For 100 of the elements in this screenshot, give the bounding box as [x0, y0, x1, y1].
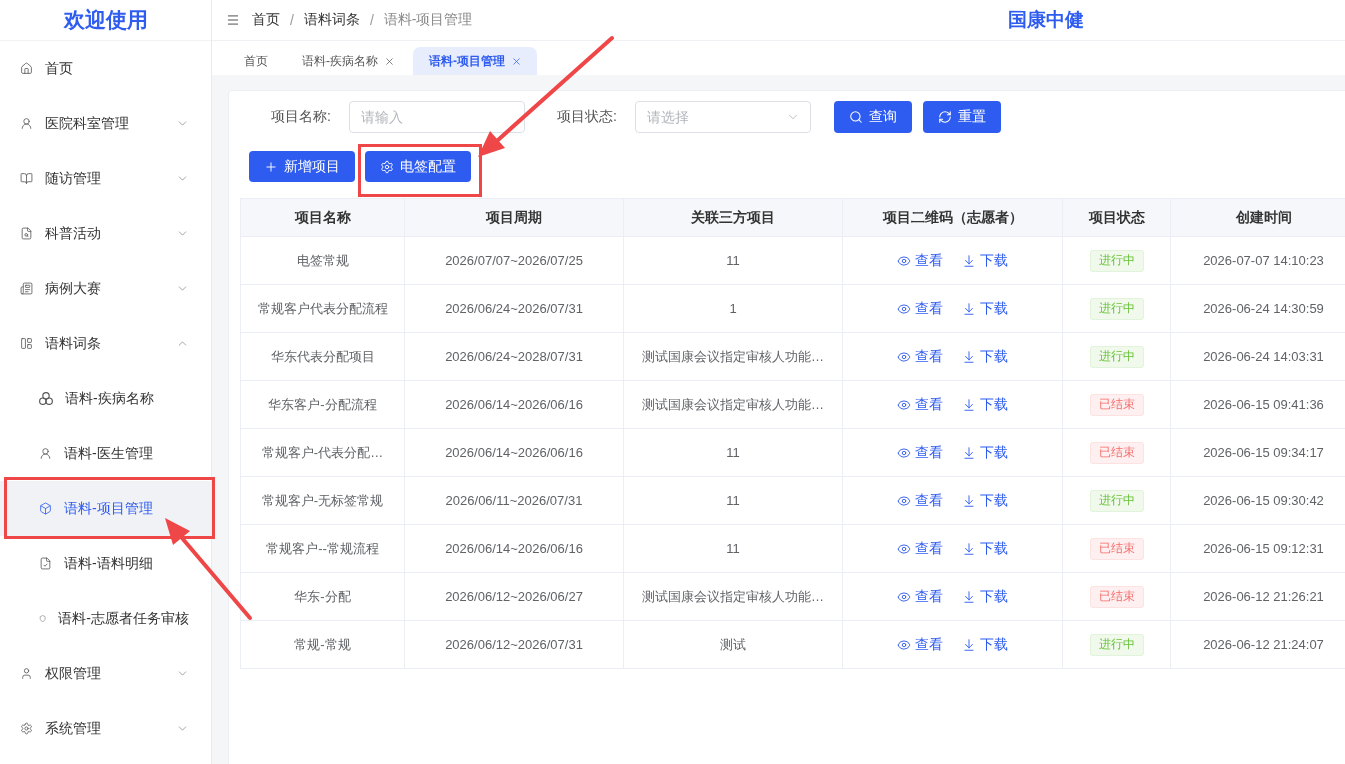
download-icon: [962, 589, 976, 604]
settings-button[interactable]: 电签配置: [365, 151, 471, 182]
view-link[interactable]: 查看: [897, 395, 943, 414]
download-link[interactable]: 下载: [962, 347, 1008, 366]
sidebar-subitem[interactable]: 语料-志愿者任务审核: [0, 591, 211, 646]
eye-icon: [897, 493, 911, 508]
table-cell: 测试国康会议指定审核人功能…: [623, 572, 843, 621]
view-link[interactable]: 查看: [897, 251, 943, 270]
table-cell: 2026/06/12~2026/07/31: [404, 620, 624, 669]
view-link[interactable]: 查看: [897, 491, 943, 510]
view-link[interactable]: 查看: [897, 347, 943, 366]
tab[interactable]: 语料-疾病名称: [286, 47, 410, 75]
column-header: 项目周期: [404, 198, 624, 237]
status-tag: 已结束: [1089, 585, 1144, 608]
download-icon: [962, 541, 976, 556]
sidebar-item[interactable]: 语料词条: [0, 316, 211, 371]
sidebar-item[interactable]: 医院科室管理: [0, 96, 211, 151]
sidebar-subitem[interactable]: 语料-疾病名称: [0, 371, 211, 426]
download-link[interactable]: 下载: [962, 443, 1008, 462]
sidebar-item[interactable]: 系统管理: [0, 701, 211, 756]
download-icon: [962, 445, 976, 460]
select-field[interactable]: 请选择: [635, 101, 811, 133]
table-cell: 2026/06/11~2026/07/31: [404, 476, 624, 525]
table-cell: 测试国康会议指定审核人功能…: [623, 380, 843, 429]
refresh-icon: [938, 110, 952, 124]
close-icon[interactable]: [511, 55, 522, 67]
reset-button[interactable]: 重置: [923, 101, 1001, 133]
view-link[interactable]: 查看: [897, 587, 943, 606]
tab[interactable]: 语料-项目管理: [413, 47, 537, 75]
tab[interactable]: 首页: [228, 47, 283, 75]
status-tag: 已结束: [1089, 441, 1144, 464]
status-tag: 进行中: [1089, 345, 1144, 368]
close-icon[interactable]: [384, 55, 395, 67]
table-cell: 电签常规: [240, 236, 405, 285]
sidebar-item[interactable]: 随访管理: [0, 151, 211, 206]
download-link[interactable]: 下载: [962, 539, 1008, 558]
table-cell: 常规-常规: [240, 620, 405, 669]
table-cell: 华东客户-分配流程: [240, 380, 405, 429]
gear-icon: [380, 159, 394, 174]
sidebar-item[interactable]: 首页: [0, 41, 211, 96]
view-link[interactable]: 查看: [897, 635, 943, 654]
eye-icon: [897, 589, 911, 604]
table-cell: 测试: [623, 620, 843, 669]
sidebar-subitem[interactable]: 语料-医生管理: [0, 426, 211, 481]
download-icon: [962, 301, 976, 316]
home-icon: [20, 62, 33, 75]
sidebar-item[interactable]: 病例大赛: [0, 261, 211, 316]
breadcrumb-link[interactable]: 首页: [252, 11, 280, 29]
search-button[interactable]: 查询: [834, 101, 912, 133]
sidebar-subitem[interactable]: 语料-语料明细: [0, 536, 211, 591]
status-tag: 进行中: [1089, 489, 1144, 512]
sidebar-subitem[interactable]: 语料-项目管理: [0, 481, 211, 536]
download-link[interactable]: 下载: [962, 395, 1008, 414]
table-cell: 2026/06/14~2026/06/16: [404, 524, 624, 573]
breadcrumb-separator: /: [290, 12, 294, 28]
column-header: 创建时间: [1170, 198, 1345, 237]
status-tag: 已结束: [1089, 537, 1144, 560]
table-cell: 1: [623, 284, 843, 333]
column-header: 关联三方项目: [623, 198, 843, 237]
download-icon: [962, 397, 976, 412]
table-cell: 常规客户代表分配流程: [240, 284, 405, 333]
view-link[interactable]: 查看: [897, 299, 943, 318]
status-tag: 进行中: [1089, 633, 1144, 656]
view-link[interactable]: 查看: [897, 539, 943, 558]
circles-icon: [39, 392, 53, 405]
document-search-icon: [20, 227, 33, 240]
status-tag: 进行中: [1089, 297, 1144, 320]
download-link[interactable]: 下载: [962, 587, 1008, 606]
download-link[interactable]: 下载: [962, 635, 1008, 654]
field-label: 项目状态:: [556, 108, 618, 126]
table-cell: 11: [623, 476, 843, 525]
user-icon: [20, 117, 33, 130]
column-header: 项目名称: [240, 198, 405, 237]
layout-icon: [20, 337, 33, 350]
settings-icon: [20, 722, 33, 735]
download-link[interactable]: 下载: [962, 251, 1008, 270]
add-button[interactable]: 新增项目: [249, 151, 355, 182]
table-cell: 华东-分配: [240, 572, 405, 621]
view-link[interactable]: 查看: [897, 443, 943, 462]
menu-icon[interactable]: [226, 13, 240, 27]
eye-icon: [897, 253, 911, 268]
download-link[interactable]: 下载: [962, 299, 1008, 318]
input-field[interactable]: 请输入: [349, 101, 525, 133]
eye-icon: [897, 349, 911, 364]
download-link[interactable]: 下载: [962, 491, 1008, 510]
eye-icon: [897, 301, 911, 316]
eye-icon: [897, 541, 911, 556]
search-icon: [849, 110, 863, 124]
field-label: 项目名称:: [270, 108, 332, 126]
table-cell: 11: [623, 524, 843, 573]
breadcrumb-link[interactable]: 语料词条: [303, 11, 360, 29]
brand-name: 国康中健: [1008, 8, 1084, 32]
table-cell: 2026/06/24~2028/07/31: [404, 332, 624, 381]
status-tag: 进行中: [1089, 249, 1144, 272]
book-icon: [20, 172, 33, 185]
sidebar-item[interactable]: 权限管理: [0, 646, 211, 701]
sidebar-item[interactable]: 科普活动: [0, 206, 211, 261]
plus-icon: [264, 159, 278, 174]
table-cell: 测试国康会议指定审核人功能…: [623, 332, 843, 381]
sidebar-title: 欢迎使用: [0, 0, 211, 41]
